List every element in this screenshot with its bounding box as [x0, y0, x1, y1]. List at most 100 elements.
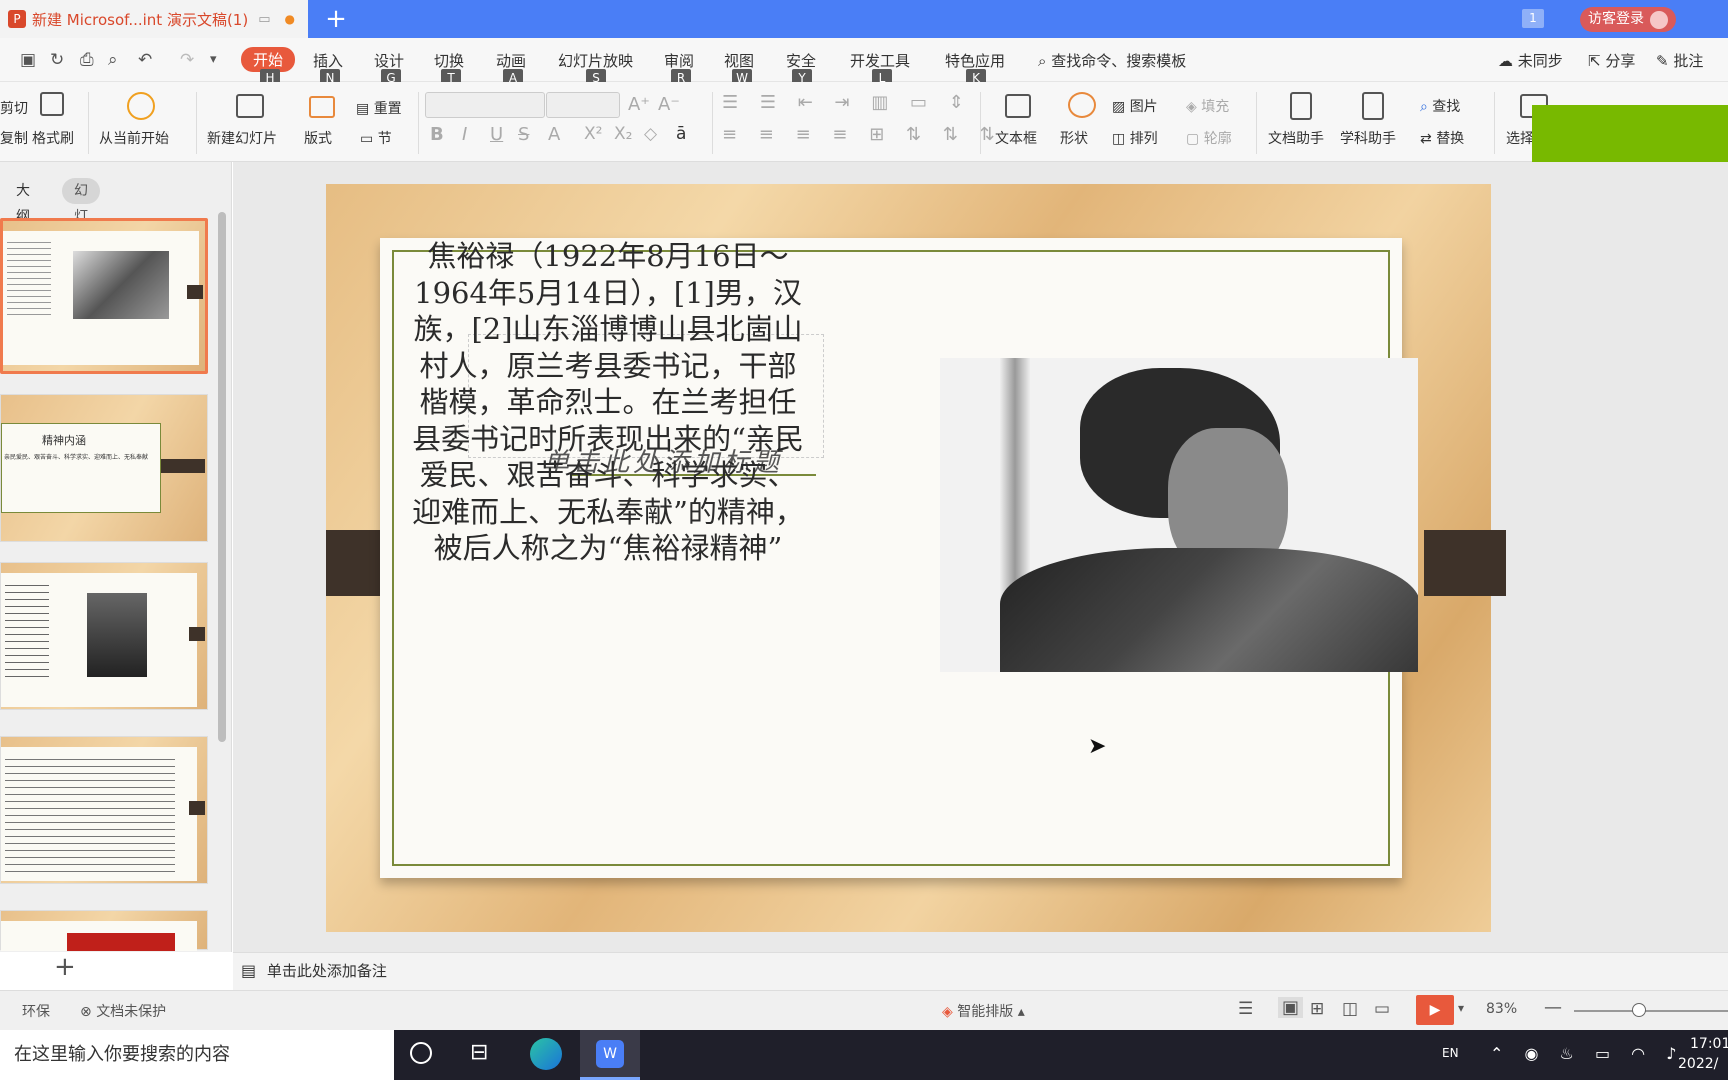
zoom-slider[interactable] — [1574, 1010, 1728, 1012]
section-button[interactable]: ▭ 节 — [360, 128, 392, 148]
menu-security[interactable]: 安全 — [786, 50, 816, 71]
superscript-icon[interactable]: X² — [584, 124, 602, 144]
font-size-select[interactable] — [546, 92, 620, 118]
cortana-icon[interactable] — [410, 1042, 432, 1064]
protection-status[interactable]: ⊗ 文档未保护 — [80, 1001, 166, 1021]
paragraph-tools-row2-icon[interactable]: ≡ ≡ ≡ ≡ ⊞ ⇅ ⇅ ⇅ — [722, 124, 1003, 145]
search-command-box[interactable]: ⌕ 查找命令、搜索模板 — [1038, 50, 1186, 71]
edge-browser-icon[interactable] — [530, 1038, 562, 1070]
replace-button[interactable]: ⇄ 替换 — [1420, 128, 1464, 148]
slide-thumbnail-1[interactable] — [0, 218, 208, 374]
slide-thumbnail-5[interactable] — [0, 910, 208, 951]
decrease-font-icon[interactable]: A⁻ — [658, 94, 680, 115]
outline-button[interactable]: ▢ 轮廓 — [1186, 128, 1232, 148]
slide-thumbnail-3[interactable] — [0, 562, 208, 710]
cut-button[interactable]: 剪切 — [0, 98, 28, 118]
play-options-chevron-icon[interactable]: ▾ — [1458, 1001, 1464, 1015]
select-button[interactable]: 选择 — [1506, 128, 1534, 148]
picture-button[interactable]: ▨ 图片 — [1112, 96, 1158, 116]
print-icon[interactable]: ⎙ — [80, 50, 94, 70]
portrait-photo[interactable] — [940, 358, 1418, 672]
notes-toggle-icon[interactable]: ☰ — [1238, 999, 1253, 1019]
arrange-button[interactable]: ◫ 排列 — [1112, 128, 1158, 148]
document-tab[interactable]: P 新建 Microsof...int 演示文稿(1) ▭ ● — [0, 0, 308, 38]
layout-button[interactable]: 版式 — [304, 128, 332, 148]
slide-thumbnail-4[interactable] — [0, 736, 208, 884]
font-name-select[interactable] — [425, 92, 545, 118]
char-spacing-icon[interactable]: ā — [676, 124, 686, 144]
tab-outline[interactable]: 大纲 — [4, 178, 42, 225]
underline-icon[interactable]: U — [490, 124, 503, 145]
play-slideshow-button[interactable]: ▶ — [1416, 995, 1454, 1025]
input-language[interactable]: EN — [1442, 1046, 1459, 1060]
clock-time[interactable]: 17:01 — [1690, 1036, 1728, 1052]
menu-slideshow[interactable]: 幻灯片放映 — [558, 50, 633, 71]
panel-scrollbar[interactable] — [218, 212, 226, 742]
slide-body-text[interactable]: 焦裕禄（1922年8月16日～1964年5月14日），[1]男，汉族，[2]山东… — [412, 238, 804, 567]
undo-icon[interactable]: ↶ — [138, 50, 152, 70]
new-tab-button[interactable]: + — [320, 4, 352, 34]
slide-thumbnail-2[interactable]: 精神内涵 亲民爱民、艰苦奋斗、科学求实、迎难而上、无私奉献 — [0, 394, 208, 542]
fill-button[interactable]: ◈ 填充 — [1186, 96, 1229, 116]
comment-button[interactable]: ✎ 批注 — [1656, 50, 1703, 71]
reading-view-icon[interactable]: ◫ — [1342, 999, 1358, 1019]
screen-icon[interactable]: ▭ — [258, 12, 270, 27]
menu-review[interactable]: 审阅 — [664, 50, 694, 71]
normal-view-icon[interactable]: ▣ — [1278, 997, 1304, 1018]
smart-layout-button[interactable]: ◈ 智能排版 ▴ — [942, 1001, 1025, 1021]
bold-icon[interactable]: B — [430, 124, 444, 145]
menu-design[interactable]: 设计 — [374, 50, 404, 71]
clock-date[interactable]: 2022/ — [1678, 1056, 1718, 1072]
zoom-out-icon[interactable]: — — [1544, 997, 1562, 1018]
reset-button[interactable]: ▤ 重置 — [356, 98, 402, 118]
doc-helper-button[interactable]: 文档助手 — [1268, 128, 1324, 148]
new-slide-button[interactable]: 新建幻灯片 — [207, 128, 277, 148]
menu-developer[interactable]: 开发工具 — [850, 50, 910, 71]
thumbnail-paper: 精神内涵 亲民爱民、艰苦奋斗、科学求实、迎难而上、无私奉献 — [1, 423, 161, 513]
cloud-save-icon[interactable]: ↻ — [50, 50, 64, 70]
customize-chevron-icon[interactable]: ▾ — [210, 52, 217, 67]
add-slide-button[interactable]: + — [54, 952, 76, 982]
menu-animation[interactable]: 动画 — [496, 50, 526, 71]
task-view-icon[interactable]: ⊟ — [470, 1040, 488, 1065]
sync-button[interactable]: ☁ 未同步 — [1498, 50, 1563, 71]
sorter-view-icon[interactable]: ⊞ — [1310, 999, 1324, 1019]
italic-icon[interactable]: I — [462, 124, 467, 145]
presenter-view-icon[interactable]: ▭ — [1374, 999, 1390, 1019]
share-button[interactable]: ⇱ 分享 — [1588, 50, 1635, 71]
font-color-icon[interactable]: A — [548, 124, 560, 145]
wps-taskbar-button[interactable]: W — [580, 1030, 640, 1080]
menu-insert[interactable]: 插入 — [313, 50, 343, 71]
format-painter-button[interactable]: 格式刷 — [32, 128, 74, 148]
window-count-badge[interactable]: 1 — [1522, 9, 1544, 28]
eco-mode-button[interactable]: 环保 — [22, 1001, 50, 1021]
tab-slides[interactable]: 幻灯片 — [62, 178, 100, 251]
strikethrough-icon[interactable]: S — [518, 124, 529, 145]
guest-login-button[interactable]: 访客登录 — [1580, 7, 1676, 32]
outline-icon: ▢ — [1186, 131, 1200, 147]
subject-helper-button[interactable]: 学科助手 — [1340, 128, 1396, 148]
clear-format-icon[interactable]: ◇ — [644, 124, 657, 144]
notes-bar[interactable]: ▤ 单击此处添加备注 — [233, 952, 1728, 990]
taskbar-search-input[interactable]: 在这里输入你要搜索的内容 — [0, 1030, 394, 1080]
subscript-icon[interactable]: X₂ — [614, 124, 632, 144]
notes-placeholder[interactable]: 单击此处添加备注 — [267, 962, 387, 980]
redo-icon[interactable]: ↷ — [180, 50, 194, 70]
save-icon[interactable]: ▣ — [20, 50, 36, 70]
find-button[interactable]: ⌕ 查找 — [1420, 96, 1460, 116]
menu-special[interactable]: 特色应用 — [945, 50, 1005, 71]
separator — [1494, 92, 1495, 154]
shape-button[interactable]: 形状 — [1060, 128, 1088, 148]
from-current-button[interactable]: 从当前开始 — [99, 128, 169, 148]
print-preview-icon[interactable]: ⌕ — [108, 50, 118, 70]
paragraph-tools-row1-icon[interactable]: ☰ ☰ ⇤ ⇥ ▥ ▭ ⇕ — [722, 92, 972, 113]
current-slide[interactable]: 单击此处添加标题 焦裕禄（1922年8月16日～1964年5月14日），[1]男… — [326, 184, 1506, 932]
tray-icons[interactable]: ⌃ ◉ ♨ ▭ ◠ ♪ — [1490, 1044, 1684, 1063]
textbox-button[interactable]: 文本框 — [995, 128, 1037, 148]
zoom-slider-handle[interactable] — [1632, 1003, 1646, 1017]
menu-view[interactable]: 视图 — [724, 50, 754, 71]
menu-transition[interactable]: 切换 — [434, 50, 464, 71]
increase-font-icon[interactable]: A⁺ — [628, 94, 650, 115]
zoom-value[interactable]: 83% — [1486, 1001, 1517, 1017]
copy-button[interactable]: 复制 — [0, 128, 28, 148]
